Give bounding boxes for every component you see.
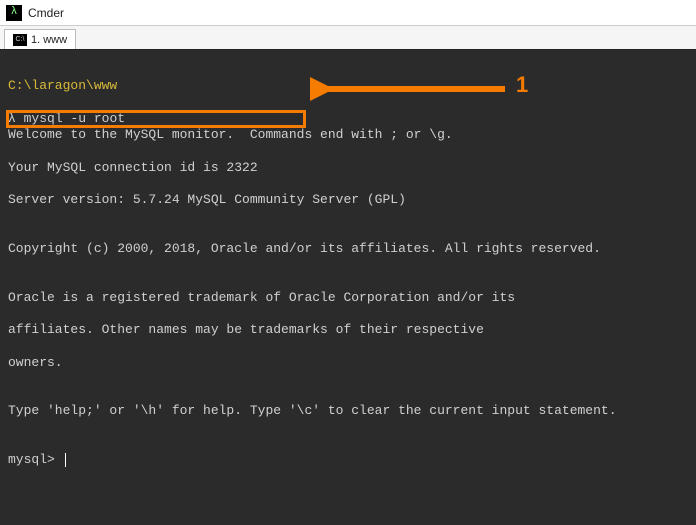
lambda-icon: λ — [11, 7, 18, 18]
typed-command: mysql -u root — [24, 111, 125, 126]
terminal-area[interactable]: C:\laragon\www λ mysql -u root Welcome t… — [0, 50, 696, 525]
output-line: owners. — [8, 355, 688, 371]
tab-label: 1. www — [31, 34, 67, 46]
mysql-prompt: mysql> — [8, 452, 63, 467]
mysql-prompt-line: mysql> — [8, 452, 688, 468]
window-title: Cmder — [28, 6, 64, 20]
tab-www[interactable]: C:\ 1. www — [4, 29, 76, 49]
output-line: Copyright (c) 2000, 2018, Oracle and/or … — [8, 241, 688, 257]
cmd-icon: C:\ — [13, 34, 27, 46]
output-line: Oracle is a registered trademark of Orac… — [8, 290, 688, 306]
window-titlebar: λ Cmder — [0, 0, 696, 26]
tab-bar: C:\ 1. www — [0, 26, 696, 50]
output-line: Type 'help;' or '\h' for help. Type '\c'… — [8, 403, 688, 419]
output-line: Welcome to the MySQL monitor. Commands e… — [8, 127, 688, 143]
prompt-symbol: λ — [8, 111, 16, 126]
output-line: Your MySQL connection id is 2322 — [8, 160, 688, 176]
output-line: affiliates. Other names may be trademark… — [8, 322, 688, 338]
cwd-path: C:\laragon\www — [8, 78, 688, 94]
output-line: Server version: 5.7.24 MySQL Community S… — [8, 192, 688, 208]
text-cursor — [65, 453, 66, 467]
command-line: λ mysql -u root — [8, 111, 125, 127]
app-icon: λ — [6, 5, 22, 21]
